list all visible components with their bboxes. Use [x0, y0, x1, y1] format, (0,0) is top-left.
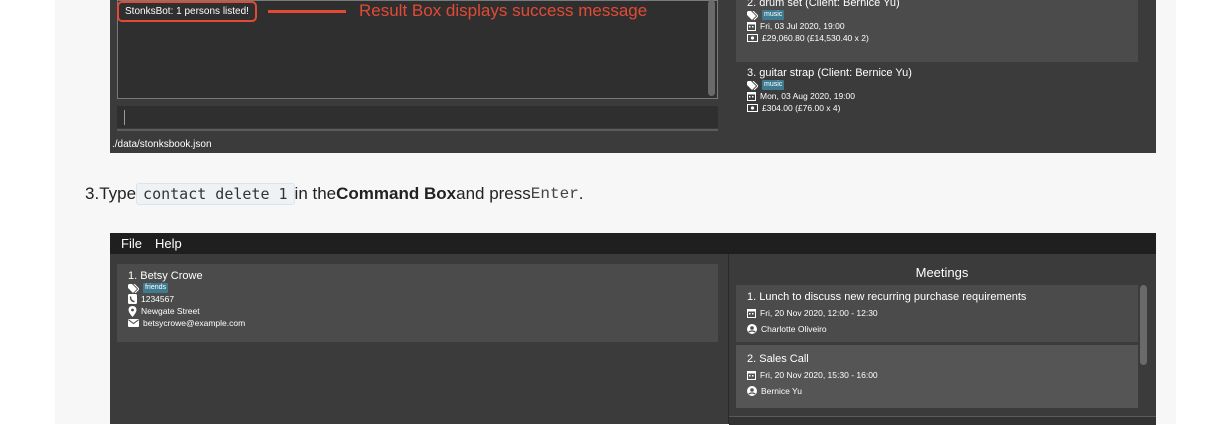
user-circle-icon [747, 324, 757, 334]
item-amount: £29,060.80 (£14,530.40 x 2) [762, 33, 869, 43]
calendar-icon [747, 308, 756, 318]
map-pin-icon [128, 305, 137, 317]
item-title: 2. drum set (Client: Bernice Yu) [747, 0, 900, 9]
contact-email-row: betsycrowe@example.com [117, 317, 718, 329]
tag-icon [128, 283, 139, 293]
step-type-word: Type [99, 184, 137, 203]
item-card[interactable]: 3. guitar strap (Client: Bernice Yu) mus… [736, 64, 1138, 126]
meetings-title: Meetings [915, 265, 969, 280]
result-box-scrollbar[interactable] [708, 0, 715, 96]
calendar-icon [747, 370, 756, 380]
annotation-text: Result Box displays success message [359, 1, 648, 20]
meeting-time-row: Fri, 20 Nov 2020, 12:00 - 12:30 [736, 307, 1138, 319]
phone-icon [128, 294, 137, 304]
item-date: Fri, 03 Jul 2020, 19:00 [760, 21, 845, 31]
success-message: StonksBot: 1 persons listed! [117, 1, 257, 22]
item-card[interactable]: 2. drum set (Client: Bernice Yu) music F… [736, 0, 1138, 62]
contact-email: betsycrowe@example.com [143, 318, 246, 328]
step-target: Command Box [336, 184, 457, 203]
command-box[interactable] [117, 106, 718, 128]
contact-phone-row: 1234567 [117, 293, 718, 305]
tag-music: music [762, 10, 785, 20]
meeting-title: 1. Lunch to discuss new recurring purcha… [747, 291, 1027, 303]
panel-divider [728, 254, 729, 424]
meeting-time: Fri, 20 Nov 2020, 12:00 - 12:30 [760, 308, 878, 318]
item-title: 3. guitar strap (Client: Bernice Yu) [747, 67, 912, 79]
text-caret [124, 110, 125, 125]
meeting-person: Bernice Yu [761, 386, 802, 396]
item-amount: £304.00 (£76.00 x 4) [762, 103, 841, 113]
item-date-row: Mon, 03 Aug 2020, 19:00 [736, 90, 1138, 102]
meeting-card[interactable]: 2. Sales Call Fri, 20 Nov 2020, 15:30 - … [736, 345, 1138, 408]
tag-icon [747, 10, 758, 20]
meeting-person-row: Bernice Yu [736, 385, 1138, 397]
envelope-icon [128, 319, 139, 327]
calendar-icon [747, 91, 756, 101]
meeting-title: 2. Sales Call [747, 353, 809, 365]
instruction-step: 3. Type contact delete 1 in the Command … [85, 183, 584, 205]
menu-help[interactable]: Help [155, 233, 182, 254]
step-and-press: and press [456, 184, 531, 203]
meeting-person-row: Charlotte Oliveiro [736, 323, 1138, 335]
contact-tag-row: friends [117, 283, 718, 293]
contact-address-row: Newgate Street [117, 305, 718, 317]
contact-phone: 1234567 [141, 294, 175, 304]
meeting-card[interactable]: 1. Lunch to discuss new recurring purcha… [736, 285, 1138, 342]
meeting-time: Fri, 20 Nov 2020, 15:30 - 16:00 [760, 370, 878, 380]
enter-key: Enter [530, 185, 579, 203]
tag-icon [747, 80, 758, 90]
meeting-person: Charlotte Oliveiro [761, 324, 827, 334]
menu-bar: File Help [110, 233, 1156, 254]
item-date: Mon, 03 Aug 2020, 19:00 [760, 91, 855, 101]
command-code: contact delete 1 [136, 183, 295, 205]
money-icon [747, 34, 758, 42]
meeting-time-row: Fri, 20 Nov 2020, 15:30 - 16:00 [736, 369, 1138, 381]
calendar-icon [747, 21, 756, 31]
status-bar-path: ./data/stonksbook.json [110, 137, 732, 153]
money-icon [747, 104, 758, 112]
tag-music: music [762, 80, 785, 90]
tag-friends: friends [143, 283, 169, 293]
user-circle-icon [747, 386, 757, 396]
step-period: . [578, 184, 584, 203]
menu-file[interactable]: File [121, 233, 142, 254]
contact-name: 1. Betsy Crowe [128, 270, 203, 282]
meetings-scrollbar[interactable] [1140, 285, 1147, 365]
item-date-row: Fri, 03 Jul 2020, 19:00 [736, 20, 1138, 32]
annotation-arrow [268, 10, 346, 13]
item-tag-row: music [736, 10, 1138, 20]
contact-address: Newgate Street [141, 306, 200, 316]
contact-card[interactable]: 1. Betsy Crowe friends 1234567 Newgate S… [117, 264, 718, 342]
step-number: 3. [85, 184, 100, 203]
command-box-underline [117, 129, 718, 131]
item-amount-row: £304.00 (£76.00 x 4) [736, 102, 1138, 114]
item-tag-row: music [736, 80, 1138, 90]
step-in-the: in the [294, 184, 337, 203]
item-amount-row: £29,060.80 (£14,530.40 x 2) [736, 32, 1138, 44]
